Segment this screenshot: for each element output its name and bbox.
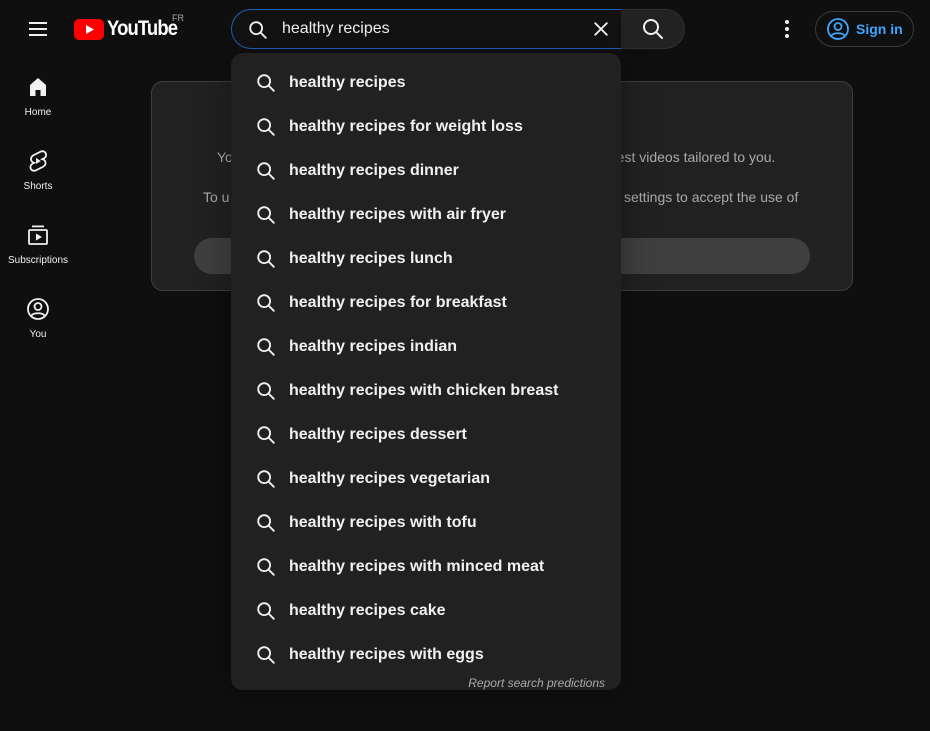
more-vert-icon bbox=[785, 20, 789, 38]
hamburger-menu-icon bbox=[29, 22, 47, 36]
search-icon bbox=[257, 514, 275, 532]
clear-search-button[interactable] bbox=[585, 13, 617, 45]
suggestion-text: healthy recipes indian bbox=[289, 338, 458, 355]
suggestion-item[interactable]: healthy recipes dessert bbox=[231, 413, 621, 457]
suggestion-text: healthy recipes dessert bbox=[289, 426, 467, 443]
search-icon bbox=[257, 162, 275, 180]
search-icon bbox=[257, 206, 275, 224]
search-icon bbox=[257, 294, 275, 312]
sign-in-label: Sign in bbox=[856, 21, 903, 37]
suggestion-item[interactable]: healthy recipes with eggs bbox=[231, 633, 621, 677]
suggestion-item[interactable]: healthy recipes indian bbox=[231, 325, 621, 369]
country-code: FR bbox=[172, 13, 184, 23]
close-icon bbox=[594, 22, 608, 36]
suggestion-text: healthy recipes for breakfast bbox=[289, 294, 507, 311]
suggestion-text: healthy recipes bbox=[289, 74, 406, 91]
search-icon bbox=[257, 602, 275, 620]
guide-item-home[interactable]: Home bbox=[4, 57, 72, 131]
search-input[interactable] bbox=[280, 10, 580, 48]
subscriptions-icon bbox=[28, 225, 48, 245]
search-suggestions-dropdown: healthy recipes healthy recipes for weigh… bbox=[231, 53, 621, 690]
suggestion-item[interactable]: healthy recipes vegetarian bbox=[231, 457, 621, 501]
suggestion-item[interactable]: healthy recipes with air fryer bbox=[231, 193, 621, 237]
suggestion-text: healthy recipes vegetarian bbox=[289, 470, 490, 487]
suggestion-text: healthy recipes with eggs bbox=[289, 646, 484, 663]
search-icon bbox=[257, 646, 275, 664]
settings-menu-button[interactable] bbox=[767, 9, 807, 49]
search-box[interactable] bbox=[231, 9, 622, 49]
guide-label-you: You bbox=[29, 329, 47, 340]
guide-item-shorts[interactable]: Shorts bbox=[4, 131, 72, 205]
search-icon bbox=[249, 21, 267, 39]
youtube-logo[interactable]: YouTube bbox=[74, 15, 187, 43]
masthead: YouTube FR healthy recipes Sign in bbox=[0, 0, 930, 57]
search-icon bbox=[257, 74, 275, 92]
suggestion-item[interactable]: healthy recipes cake bbox=[231, 589, 621, 633]
suggestion-text: healthy recipes with minced meat bbox=[289, 558, 545, 575]
suggestion-item[interactable]: healthy recipes with tofu bbox=[231, 501, 621, 545]
search-icon bbox=[257, 382, 275, 400]
suggestion-text: healthy recipes for weight loss bbox=[289, 118, 523, 135]
account-icon bbox=[827, 18, 849, 40]
card-line-2-left: To u bbox=[203, 189, 230, 205]
search-icon bbox=[257, 250, 275, 268]
youtube-logo-text: YouTube bbox=[107, 17, 178, 40]
suggestion-item[interactable]: healthy recipes bbox=[231, 61, 621, 105]
suggestion-list: healthy recipes healthy recipes for weigh… bbox=[231, 61, 621, 677]
card-line-1-right: atest videos tailored to you. bbox=[605, 149, 776, 165]
sign-in-button[interactable]: Sign in bbox=[815, 11, 914, 47]
search-icon bbox=[257, 470, 275, 488]
suggestion-text: healthy recipes with tofu bbox=[289, 514, 477, 531]
search-button[interactable] bbox=[621, 9, 685, 49]
suggestion-text: healthy recipes lunch bbox=[289, 250, 453, 267]
suggestion-text: healthy recipes with air fryer bbox=[289, 206, 506, 223]
suggestion-item[interactable]: healthy recipes with minced meat bbox=[231, 545, 621, 589]
you-icon bbox=[27, 298, 49, 320]
report-search-predictions-link[interactable]: Report search predictions bbox=[468, 676, 605, 690]
search-icon bbox=[642, 19, 663, 39]
suggestion-item[interactable]: healthy recipes dinner bbox=[231, 149, 621, 193]
guide-item-you[interactable]: You bbox=[4, 279, 72, 353]
guide-label-subscriptions: Subscriptions bbox=[7, 255, 69, 266]
suggestion-text: healthy recipes with chicken breast bbox=[289, 382, 559, 399]
youtube-play-icon bbox=[74, 18, 104, 40]
shorts-icon bbox=[29, 150, 47, 172]
suggestion-item[interactable]: healthy recipes for breakfast bbox=[231, 281, 621, 325]
suggestion-item[interactable]: healthy recipes for weight loss bbox=[231, 105, 621, 149]
guide-label-shorts: Shorts bbox=[23, 181, 53, 192]
suggestion-item[interactable]: healthy recipes lunch bbox=[231, 237, 621, 281]
guide-item-subscriptions[interactable]: Subscriptions bbox=[4, 205, 72, 279]
search-icon bbox=[257, 338, 275, 356]
guide-menu-button[interactable] bbox=[18, 9, 58, 49]
suggestion-text: healthy recipes cake bbox=[289, 602, 446, 619]
search-icon bbox=[257, 426, 275, 444]
search-icon bbox=[257, 118, 275, 136]
home-icon bbox=[30, 78, 46, 96]
search-icon bbox=[257, 558, 275, 576]
guide-label-home: Home bbox=[24, 107, 52, 118]
suggestion-item[interactable]: healthy recipes with chicken breast bbox=[231, 369, 621, 413]
card-line-2-right: settings to accept the use of bbox=[624, 189, 799, 205]
suggestion-text: healthy recipes dinner bbox=[289, 162, 459, 179]
